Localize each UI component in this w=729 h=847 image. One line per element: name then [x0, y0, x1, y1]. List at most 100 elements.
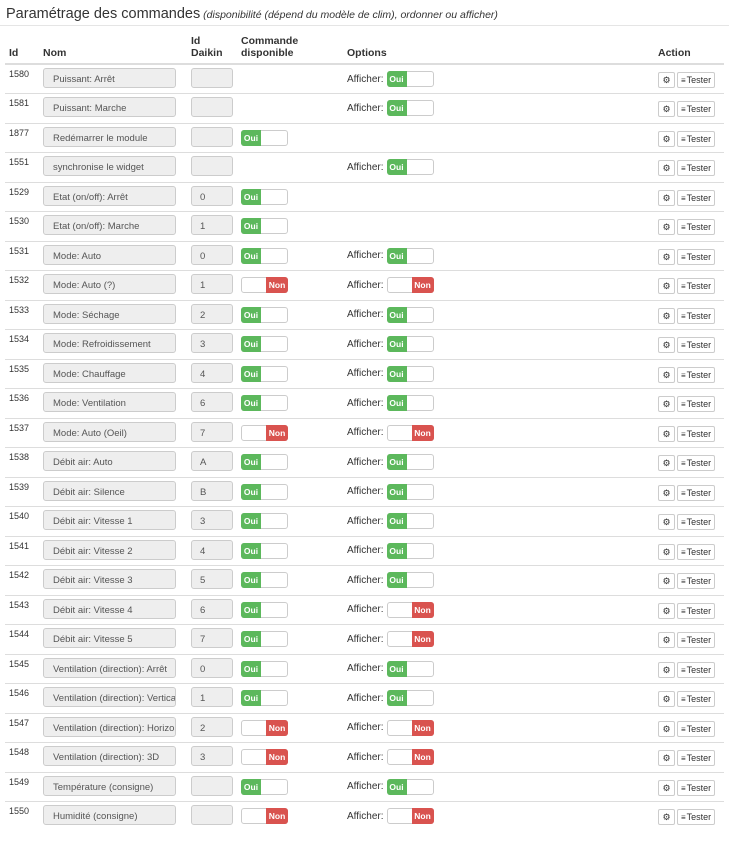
configure-button[interactable]: ⚙	[658, 809, 675, 825]
commande-toggle[interactable]: Oui	[241, 542, 288, 559]
afficher-toggle[interactable]: Oui	[386, 513, 434, 529]
tester-button[interactable]: ≡Tester	[677, 543, 716, 560]
name-field[interactable]: Débit air: Auto	[43, 451, 176, 471]
name-field[interactable]: Mode: Auto (?)	[43, 274, 176, 294]
afficher-toggle[interactable]: Non	[386, 808, 434, 824]
name-field[interactable]: Température (consigne)	[43, 775, 176, 796]
id-daikin-field[interactable]: 3	[191, 510, 233, 530]
afficher-toggle[interactable]: Oui	[386, 778, 434, 795]
commande-toggle[interactable]: Oui	[241, 601, 288, 618]
configure-button[interactable]: ⚙	[658, 661, 675, 678]
afficher-toggle[interactable]: Oui	[386, 690, 434, 706]
afficher-toggle[interactable]: Oui	[386, 100, 434, 116]
name-field[interactable]: Débit air: Vitesse 2	[43, 539, 176, 560]
id-daikin-field[interactable]: 4	[191, 362, 233, 383]
id-daikin-field[interactable]: 0	[191, 185, 233, 206]
commande-toggle[interactable]: Oui	[241, 365, 288, 382]
commande-toggle[interactable]: Oui	[241, 247, 288, 264]
tester-button[interactable]: ≡Tester	[677, 337, 716, 353]
configure-button[interactable]: ⚙	[658, 455, 675, 471]
commande-toggle[interactable]: Non	[241, 808, 288, 824]
afficher-toggle[interactable]: Oui	[386, 483, 434, 500]
afficher-toggle[interactable]: Oui	[386, 71, 434, 87]
tester-button[interactable]: ≡Tester	[677, 602, 716, 619]
commande-toggle[interactable]: Oui	[241, 129, 288, 146]
name-field[interactable]: Débit air: Vitesse 1	[43, 510, 176, 530]
afficher-toggle[interactable]: Non	[386, 631, 434, 647]
id-daikin-field[interactable]	[191, 97, 233, 117]
tester-button[interactable]: ≡Tester	[677, 366, 716, 383]
tester-button[interactable]: ≡Tester	[677, 455, 716, 471]
id-daikin-field[interactable]	[191, 805, 233, 825]
configure-button[interactable]: ⚙	[658, 307, 675, 324]
id-daikin-field[interactable]	[191, 126, 233, 147]
tester-button[interactable]: ≡Tester	[677, 691, 716, 707]
commande-toggle[interactable]: Oui	[241, 631, 288, 647]
configure-button[interactable]: ⚙	[658, 101, 675, 117]
name-field[interactable]: Débit air: Vitesse 4	[43, 598, 176, 619]
commande-toggle[interactable]: Oui	[241, 218, 288, 234]
configure-button[interactable]: ⚙	[658, 72, 675, 88]
tester-button[interactable]: ≡Tester	[677, 396, 716, 412]
configure-button[interactable]: ⚙	[658, 425, 675, 442]
configure-button[interactable]: ⚙	[658, 130, 675, 147]
configure-button[interactable]: ⚙	[658, 750, 675, 766]
afficher-toggle[interactable]: Oui	[386, 247, 434, 264]
configure-button[interactable]: ⚙	[658, 779, 675, 796]
tester-button[interactable]: ≡Tester	[677, 219, 716, 235]
afficher-toggle[interactable]: Oui	[386, 572, 434, 588]
configure-button[interactable]: ⚙	[658, 278, 675, 294]
tester-button[interactable]: ≡Tester	[677, 425, 716, 442]
afficher-toggle[interactable]: Oui	[386, 660, 434, 677]
name-field[interactable]: Mode: Auto (Oeil)	[43, 421, 176, 442]
id-daikin-field[interactable]: 7	[191, 421, 233, 442]
name-field[interactable]: Humidité (consigne)	[43, 805, 176, 825]
tester-button[interactable]: ≡Tester	[677, 307, 716, 324]
tester-button[interactable]: ≡Tester	[677, 573, 716, 589]
name-field[interactable]: Mode: Chauffage	[43, 362, 176, 383]
configure-button[interactable]: ⚙	[658, 632, 675, 648]
configure-button[interactable]: ⚙	[658, 396, 675, 412]
id-daikin-field[interactable]: 1	[191, 215, 233, 235]
tester-button[interactable]: ≡Tester	[677, 809, 716, 825]
commande-toggle[interactable]: Non	[241, 749, 288, 765]
commande-toggle[interactable]: Oui	[241, 660, 288, 677]
id-daikin-field[interactable]: 1	[191, 274, 233, 294]
tester-button[interactable]: ≡Tester	[677, 484, 716, 501]
name-field[interactable]: Débit air: Silence	[43, 480, 176, 501]
name-field[interactable]: Débit air: Vitesse 5	[43, 628, 176, 648]
afficher-toggle[interactable]: Non	[386, 277, 434, 293]
tester-button[interactable]: ≡Tester	[677, 514, 716, 530]
id-daikin-field[interactable]: 3	[191, 746, 233, 766]
tester-button[interactable]: ≡Tester	[677, 72, 716, 88]
tester-button[interactable]: ≡Tester	[677, 632, 716, 648]
name-field[interactable]: Ventilation (direction): Arrêt	[43, 657, 176, 678]
id-daikin-field[interactable]	[191, 775, 233, 796]
afficher-toggle[interactable]: Oui	[386, 395, 434, 411]
name-field[interactable]: Puissant: Arrêt	[43, 68, 176, 88]
commande-toggle[interactable]: Oui	[241, 395, 288, 411]
commande-toggle[interactable]: Non	[241, 424, 288, 441]
commande-toggle[interactable]: Oui	[241, 306, 288, 323]
commande-toggle[interactable]: Oui	[241, 336, 288, 352]
id-daikin-field[interactable]: 3	[191, 333, 233, 353]
name-field[interactable]: synchronise le widget	[43, 156, 176, 176]
afficher-toggle[interactable]: Oui	[386, 159, 434, 175]
afficher-toggle[interactable]: Non	[386, 749, 434, 765]
id-daikin-field[interactable]	[191, 68, 233, 88]
tester-button[interactable]: ≡Tester	[677, 248, 716, 265]
id-daikin-field[interactable]: B	[191, 480, 233, 501]
name-field[interactable]: Mode: Refroidissement	[43, 333, 176, 353]
afficher-toggle[interactable]: Oui	[386, 336, 434, 352]
configure-button[interactable]: ⚙	[658, 691, 675, 707]
commande-toggle[interactable]: Oui	[241, 778, 288, 795]
configure-button[interactable]: ⚙	[658, 248, 675, 265]
name-field[interactable]: Ventilation (direction): Horizon	[43, 716, 176, 737]
configure-button[interactable]: ⚙	[658, 219, 675, 235]
id-daikin-field[interactable]: 2	[191, 716, 233, 737]
configure-button[interactable]: ⚙	[658, 514, 675, 530]
id-daikin-field[interactable]: 6	[191, 392, 233, 412]
commande-toggle[interactable]: Oui	[241, 572, 288, 588]
afficher-toggle[interactable]: Oui	[386, 306, 434, 323]
id-daikin-field[interactable]: 4	[191, 539, 233, 560]
